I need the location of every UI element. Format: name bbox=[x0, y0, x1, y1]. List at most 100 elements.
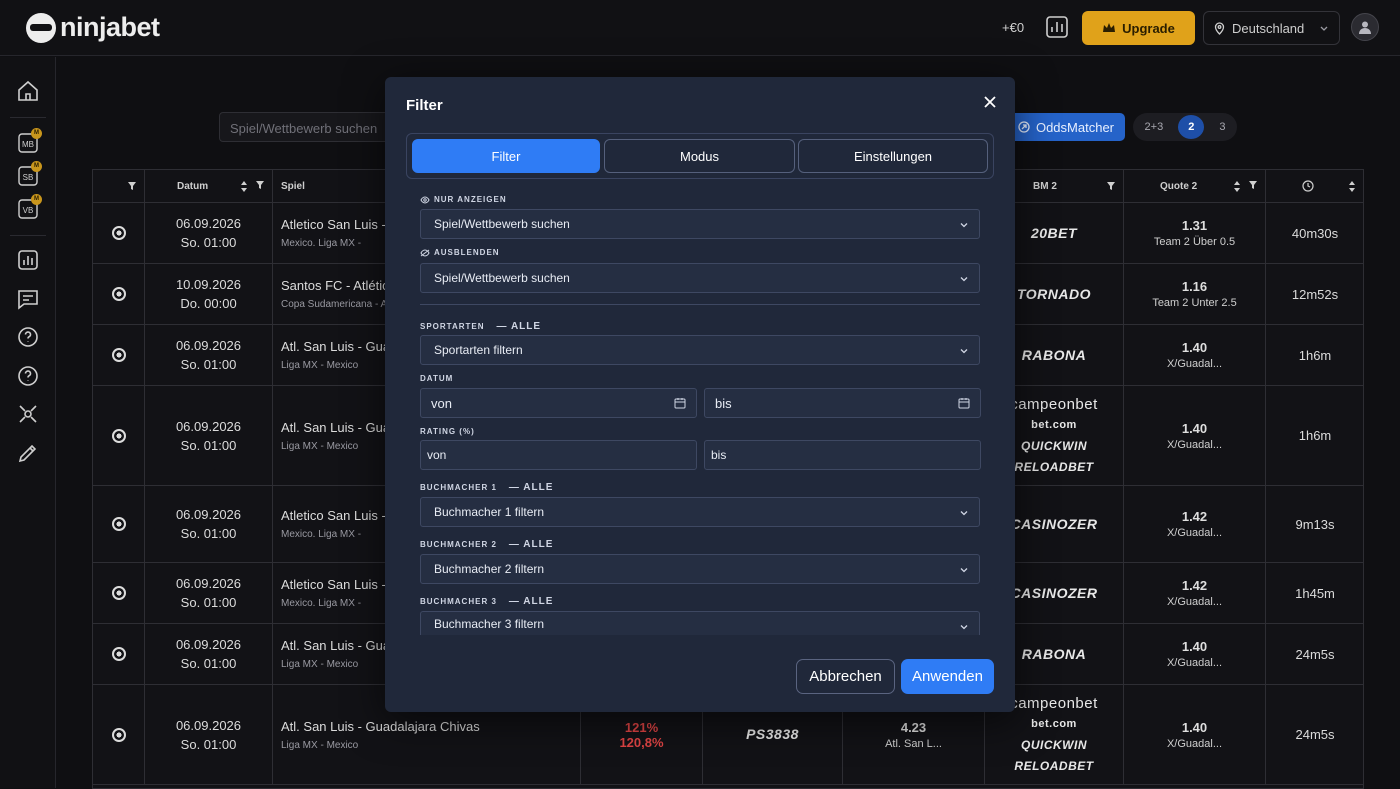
close-icon[interactable] bbox=[982, 94, 998, 110]
segment-2plus3[interactable]: 2+3 bbox=[1145, 121, 1164, 133]
clock-icon bbox=[1302, 180, 1314, 192]
bookmaker-logo[interactable]: RABONA bbox=[1022, 345, 1086, 366]
upgrade-button[interactable]: Upgrade bbox=[1082, 11, 1195, 45]
tab-einstellungen[interactable]: Einstellungen bbox=[798, 139, 988, 173]
home-icon[interactable] bbox=[16, 79, 40, 103]
row-league: Liga MX - Mexico bbox=[281, 659, 359, 670]
row-remaining: 1h6m bbox=[1298, 428, 1332, 443]
country-select[interactable]: Deutschland bbox=[1203, 11, 1340, 45]
row-match[interactable]: Atl. San Luis - Gua bbox=[281, 339, 390, 354]
bookmaker-logo[interactable]: campeonbet bbox=[1010, 693, 1098, 714]
bookmaker-logo[interactable]: PS3838 bbox=[746, 724, 799, 745]
row-time: So. 01:00 bbox=[180, 595, 237, 610]
sports-label: SPORTARTEN — ALLE bbox=[420, 321, 542, 332]
hide-select[interactable]: Spiel/Wettbewerb suchen bbox=[420, 263, 980, 293]
row-remaining: 24m5s bbox=[1295, 646, 1335, 662]
row-quote: 1.40 bbox=[1181, 639, 1208, 654]
sports-select[interactable]: Sportarten filtern bbox=[420, 335, 980, 365]
bookmaker-logo[interactable]: RABONA bbox=[1022, 644, 1086, 665]
calendar-icon[interactable] bbox=[674, 397, 686, 409]
modal-title: Filter bbox=[406, 97, 443, 114]
bookmaker-count-toggle[interactable]: 2+3 2 3 bbox=[1133, 113, 1237, 141]
date-from-input[interactable]: von bbox=[420, 388, 697, 418]
row-rating: 121% bbox=[624, 719, 659, 735]
rating-from-input[interactable]: von bbox=[420, 440, 697, 470]
bookmaker-logo[interactable]: 20BET bbox=[1031, 223, 1077, 244]
bookmaker-logo[interactable]: RELOADBET bbox=[1014, 457, 1093, 478]
date-column-header[interactable]: Datum bbox=[145, 170, 273, 203]
logo[interactable]: ninjabet bbox=[26, 12, 160, 43]
row-match[interactable]: Atl. San Luis - Guadalajara Chivas bbox=[281, 719, 480, 734]
time-column-header[interactable] bbox=[1266, 170, 1364, 203]
row-match[interactable]: Atletico San Luis - bbox=[281, 217, 386, 232]
tools-icon[interactable] bbox=[16, 402, 40, 426]
ninja-mask-icon bbox=[26, 12, 56, 43]
only-show-select[interactable]: Spiel/Wettbewerb suchen bbox=[420, 209, 980, 239]
row-match[interactable]: Atl. San Luis - Gua bbox=[281, 420, 390, 435]
segment-2[interactable]: 2 bbox=[1178, 115, 1205, 139]
row-league: Liga MX - Mexico bbox=[281, 440, 359, 452]
tab-modus[interactable]: Modus bbox=[604, 139, 795, 173]
bookmaker1-select[interactable]: Buchmacher 1 filtern bbox=[420, 497, 980, 527]
quote2-column-header[interactable]: Quote 2 bbox=[1124, 170, 1266, 203]
row-quote-market: Team 2 Unter 2.5 bbox=[1152, 297, 1237, 309]
avatar[interactable] bbox=[1351, 13, 1379, 41]
bookmaker-logo[interactable]: CASINOZER bbox=[1011, 583, 1098, 604]
sidebar: MB M SB M VB M bbox=[0, 57, 56, 788]
bookmaker3-placeholder: Buchmacher 3 filtern bbox=[434, 616, 545, 631]
apply-button[interactable]: Anwenden bbox=[901, 659, 994, 694]
soccer-ball-icon bbox=[111, 348, 126, 362]
row-remaining: 1h6m bbox=[1298, 347, 1332, 363]
bookmaker-logo[interactable]: QUICKWIN bbox=[1021, 436, 1087, 457]
edit-icon[interactable] bbox=[16, 441, 40, 465]
segment-3[interactable]: 3 bbox=[1219, 121, 1225, 133]
row-match[interactable]: Atletico San Luis - bbox=[281, 577, 386, 592]
date-to-input[interactable]: bis bbox=[704, 388, 981, 418]
row-time: So. 01:00 bbox=[180, 736, 237, 752]
sort-icon[interactable] bbox=[1348, 180, 1356, 192]
bookmaker-logo[interactable]: TORNADO bbox=[1017, 284, 1091, 305]
filter-icon[interactable] bbox=[1249, 180, 1257, 189]
search-input[interactable]: Spiel/Wettbewerb suchen bbox=[219, 112, 399, 142]
bookmaker-logo[interactable]: bet.com bbox=[1031, 415, 1077, 436]
row-date: 06.09.2026 bbox=[175, 576, 242, 591]
filter-icon[interactable] bbox=[256, 180, 264, 189]
row-quote: 1.40 bbox=[1181, 719, 1208, 735]
rating-to-input[interactable]: bis bbox=[704, 440, 981, 470]
bookmaker-logo[interactable]: campeonbet bbox=[1010, 394, 1098, 415]
row-match[interactable]: Atletico San Luis - bbox=[281, 508, 386, 523]
cancel-button[interactable]: Abbrechen bbox=[796, 659, 895, 694]
only-show-label: NUR ANZEIGEN bbox=[420, 195, 507, 204]
calendar-icon[interactable] bbox=[958, 397, 970, 409]
row-rating-secondary: 120,8% bbox=[619, 734, 664, 750]
chat-icon[interactable] bbox=[16, 287, 40, 311]
tab-filter[interactable]: Filter bbox=[412, 139, 600, 173]
filter-icon[interactable] bbox=[1107, 182, 1115, 190]
soccer-ball-icon bbox=[111, 226, 126, 240]
row-match[interactable]: Atl. San Luis - Gua bbox=[281, 638, 390, 653]
bookmaker2-select[interactable]: Buchmacher 2 filtern bbox=[420, 554, 980, 584]
svg-text:SB: SB bbox=[23, 173, 34, 182]
row-league: Mexico. Liga MX - bbox=[281, 238, 362, 249]
sort-icon[interactable] bbox=[1233, 180, 1241, 192]
row-league: Mexico. Liga MX - bbox=[281, 598, 362, 609]
only-show-placeholder: Spiel/Wettbewerb suchen bbox=[434, 217, 570, 231]
filter-icon[interactable] bbox=[128, 182, 136, 190]
soccer-ball-icon bbox=[111, 428, 126, 443]
row-match[interactable]: Santos FC - Atlétic bbox=[281, 278, 389, 293]
chevron-down-icon bbox=[960, 625, 968, 630]
crown-icon bbox=[1103, 23, 1116, 32]
bookmaker-logo[interactable]: bet.com bbox=[1031, 714, 1077, 735]
stats-icon[interactable] bbox=[1045, 15, 1069, 39]
row-quote-market: X/Guadal... bbox=[1166, 527, 1223, 539]
bookmaker-logo[interactable]: QUICKWIN bbox=[1021, 735, 1087, 756]
oddsmatcher-button[interactable]: OddsMatcher bbox=[1007, 113, 1125, 141]
sort-icon[interactable] bbox=[240, 180, 248, 192]
stats-icon[interactable] bbox=[16, 248, 40, 272]
row-quote: 1.31 bbox=[1181, 218, 1208, 233]
bookmaker3-select[interactable]: Buchmacher 3 filtern bbox=[420, 611, 980, 635]
help-icon[interactable] bbox=[16, 364, 40, 388]
bookmaker-logo[interactable]: RELOADBET bbox=[1014, 756, 1093, 777]
help-icon[interactable] bbox=[16, 325, 40, 349]
bookmaker-logo[interactable]: CASINOZER bbox=[1011, 514, 1098, 535]
